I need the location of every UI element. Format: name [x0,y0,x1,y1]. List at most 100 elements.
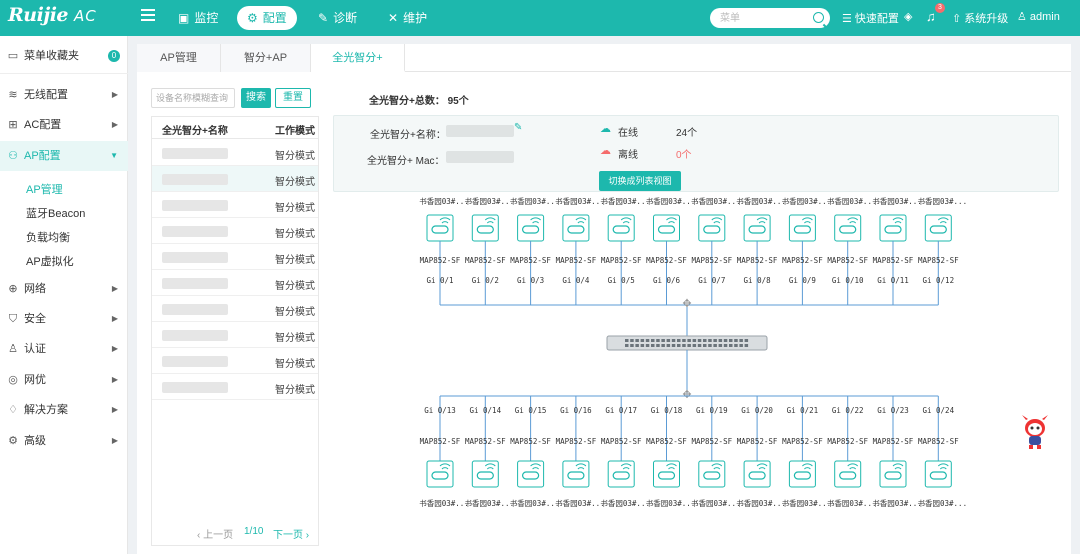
prev-page-button[interactable]: ‹ 上一页 [197,526,233,541]
port-label: Gi 0/15 [515,406,547,415]
edit-icon[interactable]: ✎ [514,122,522,133]
port-label: Gi 0/16 [560,406,592,415]
menu-search-input[interactable] [710,8,800,28]
table-row[interactable]: 智分模式 [152,374,318,400]
chevron-right-icon: ▶ [111,405,118,414]
switch-port [651,344,655,347]
gear-icon: ⚙ [247,11,258,25]
nav-monitor[interactable]: ▣ 监控 [168,6,228,30]
sidebar-item-optimize[interactable]: ◎ 网优 ▶ [0,365,128,395]
chevron-right-icon: ▶ [111,90,118,99]
tab-smart-ap[interactable]: 智分+AP [221,44,311,72]
work-mode-cell: 智分模式 [275,333,315,344]
ap-model-label: MAP852-SF [782,256,823,265]
port-label: Gi 0/14 [469,406,501,415]
port-label: Gi 0/11 [877,276,909,285]
ap-model-label: MAP852-SF [918,437,959,446]
ap-model-label: MAP852-SF [646,437,687,446]
device-name-cell [162,252,228,263]
table-row[interactable]: 智分模式 [152,192,318,218]
sidebar-item-network[interactable]: ⊕ 网络 ▶ [0,274,128,304]
tab-optical-smart[interactable]: 全光智分+ [311,44,405,72]
sidebar-item-advanced[interactable]: ⚙ 高级 ▶ [0,426,128,456]
layers-icon[interactable]: ◈ [904,10,912,23]
port-label: Gi 0/6 [653,276,681,285]
sidebar-subitem-bluetooth[interactable]: 蓝牙Beacon [26,205,85,221]
user-menu[interactable]: ♙ admin [1017,10,1060,24]
table-row[interactable]: 智分模式 [152,270,318,296]
sidebar: ▭ 菜单收藏夹 0 ≋ 无线配置 ▶ ⊞ AC配置 ▶ ⚇ AP配置 ▼ AP管理 蓝牙Be… [0,36,128,554]
sidebar-item-solution[interactable]: ♢ 解决方案 ▶ [0,395,128,425]
sidebar-item-security[interactable]: ⛉ 安全 ▶ [0,304,128,334]
ap-name-label: 书香园03#... [510,498,560,508]
table-row[interactable]: 智分模式 [152,140,318,166]
divider [0,73,128,74]
switch-port [687,339,691,342]
tab-ap-manage[interactable]: AP管理 [137,44,221,72]
sidebar-item-ac[interactable]: ⊞ AC配置 ▶ [0,110,128,140]
sidebar-subitem-ap-manage[interactable]: AP管理 [26,181,63,197]
port-label: Gi 0/1 [426,276,453,285]
port-label: Gi 0/10 [832,276,864,285]
brand-logo[interactable]: Ruijie AC [8,4,97,26]
drag-handle-icon[interactable]: ✥ [682,389,691,401]
ap-name-label: 书香园03#... [872,498,922,508]
switch-device[interactable] [606,335,768,351]
device-name-filter-input[interactable] [151,88,235,108]
work-mode-cell: 智分模式 [275,359,315,370]
switch-port [692,339,697,342]
nav-diagnose[interactable]: ✎ 诊断 [308,6,367,30]
drag-handle-icon[interactable]: ✥ [682,298,691,310]
port-label: Gi 0/9 [789,276,816,285]
switch-port [666,344,671,347]
table-row[interactable]: 智分模式 [152,218,318,244]
ap-model-label: MAP852-SF [465,256,506,265]
column-header-mode: 工作模式 [275,126,315,137]
device-name-cell [162,278,228,289]
next-page-button[interactable]: 下一页 › [273,526,309,541]
sidebar-favorites[interactable]: ▭ 菜单收藏夹 0 [0,41,128,71]
switch-port [666,339,671,342]
work-mode-cell: 智分模式 [275,385,315,396]
mascot-assistant[interactable] [1018,414,1052,450]
sidebar-item-auth[interactable]: ♙ 认证 ▶ [0,334,128,364]
switch-to-list-view-button[interactable]: 切换成列表视图 [599,171,681,191]
sidebar-subitem-load-balance[interactable]: 负载均衡 [26,229,70,245]
nav-maintain[interactable]: ✕ 维护 [378,6,437,30]
reset-button[interactable]: 重置 [275,88,311,108]
table-row[interactable]: 智分模式 [152,296,318,322]
advanced-icon: ⚙ [8,435,18,447]
sidebar-subitem-ap-virtual[interactable]: AP虚拟化 [26,253,74,269]
table-row[interactable]: 智分模式 [152,244,318,270]
search-button[interactable]: 搜索 [241,88,271,108]
main-panel: AP管理 智分+AP 全光智分+ 搜索 重置 全光智分+名称 工作模式 智分模式… [137,44,1071,554]
ap-model-label: MAP852-SF [827,256,868,265]
switch-port [703,339,707,342]
sidebar-item-ap[interactable]: ⚇ AP配置 ▼ [0,141,128,171]
chevron-right-icon: ▶ [111,284,118,293]
device-name-cell [162,382,228,393]
bell-icon[interactable]: ♫ [926,9,936,24]
ap-name-label: 书香园03#... [782,498,832,508]
table-row[interactable]: 智分模式 [152,348,318,374]
sidebar-item-label: AC配置 [24,119,62,131]
search-icon[interactable] [813,12,824,23]
switch-port [713,339,717,342]
menu-search[interactable] [710,8,830,28]
sidebar-item-label: 网优 [24,374,46,386]
ap-name-label: 书香园03#... [782,196,832,206]
ap-name-label: 书香园03#... [600,498,650,508]
table-row[interactable]: 智分模式 [152,322,318,348]
port-label: Gi 0/17 [605,406,637,415]
ap-model-label: MAP852-SF [465,437,506,446]
quick-config-button[interactable]: ☰ 快速配置 [842,10,899,26]
ap-name-label: 书香园03#... [827,498,877,508]
menu-toggle-icon[interactable] [141,9,155,23]
optimize-icon: ◎ [8,374,18,386]
sidebar-item-wireless[interactable]: ≋ 无线配置 ▶ [0,80,128,110]
system-upgrade-button[interactable]: ⇧ 系统升级 [952,10,1008,26]
table-row[interactable]: 智分模式 [152,166,318,192]
sidebar-item-label: 菜单收藏夹 [24,50,79,62]
device-mac-value [446,151,514,163]
nav-config[interactable]: ⚙ 配置 [237,6,297,30]
